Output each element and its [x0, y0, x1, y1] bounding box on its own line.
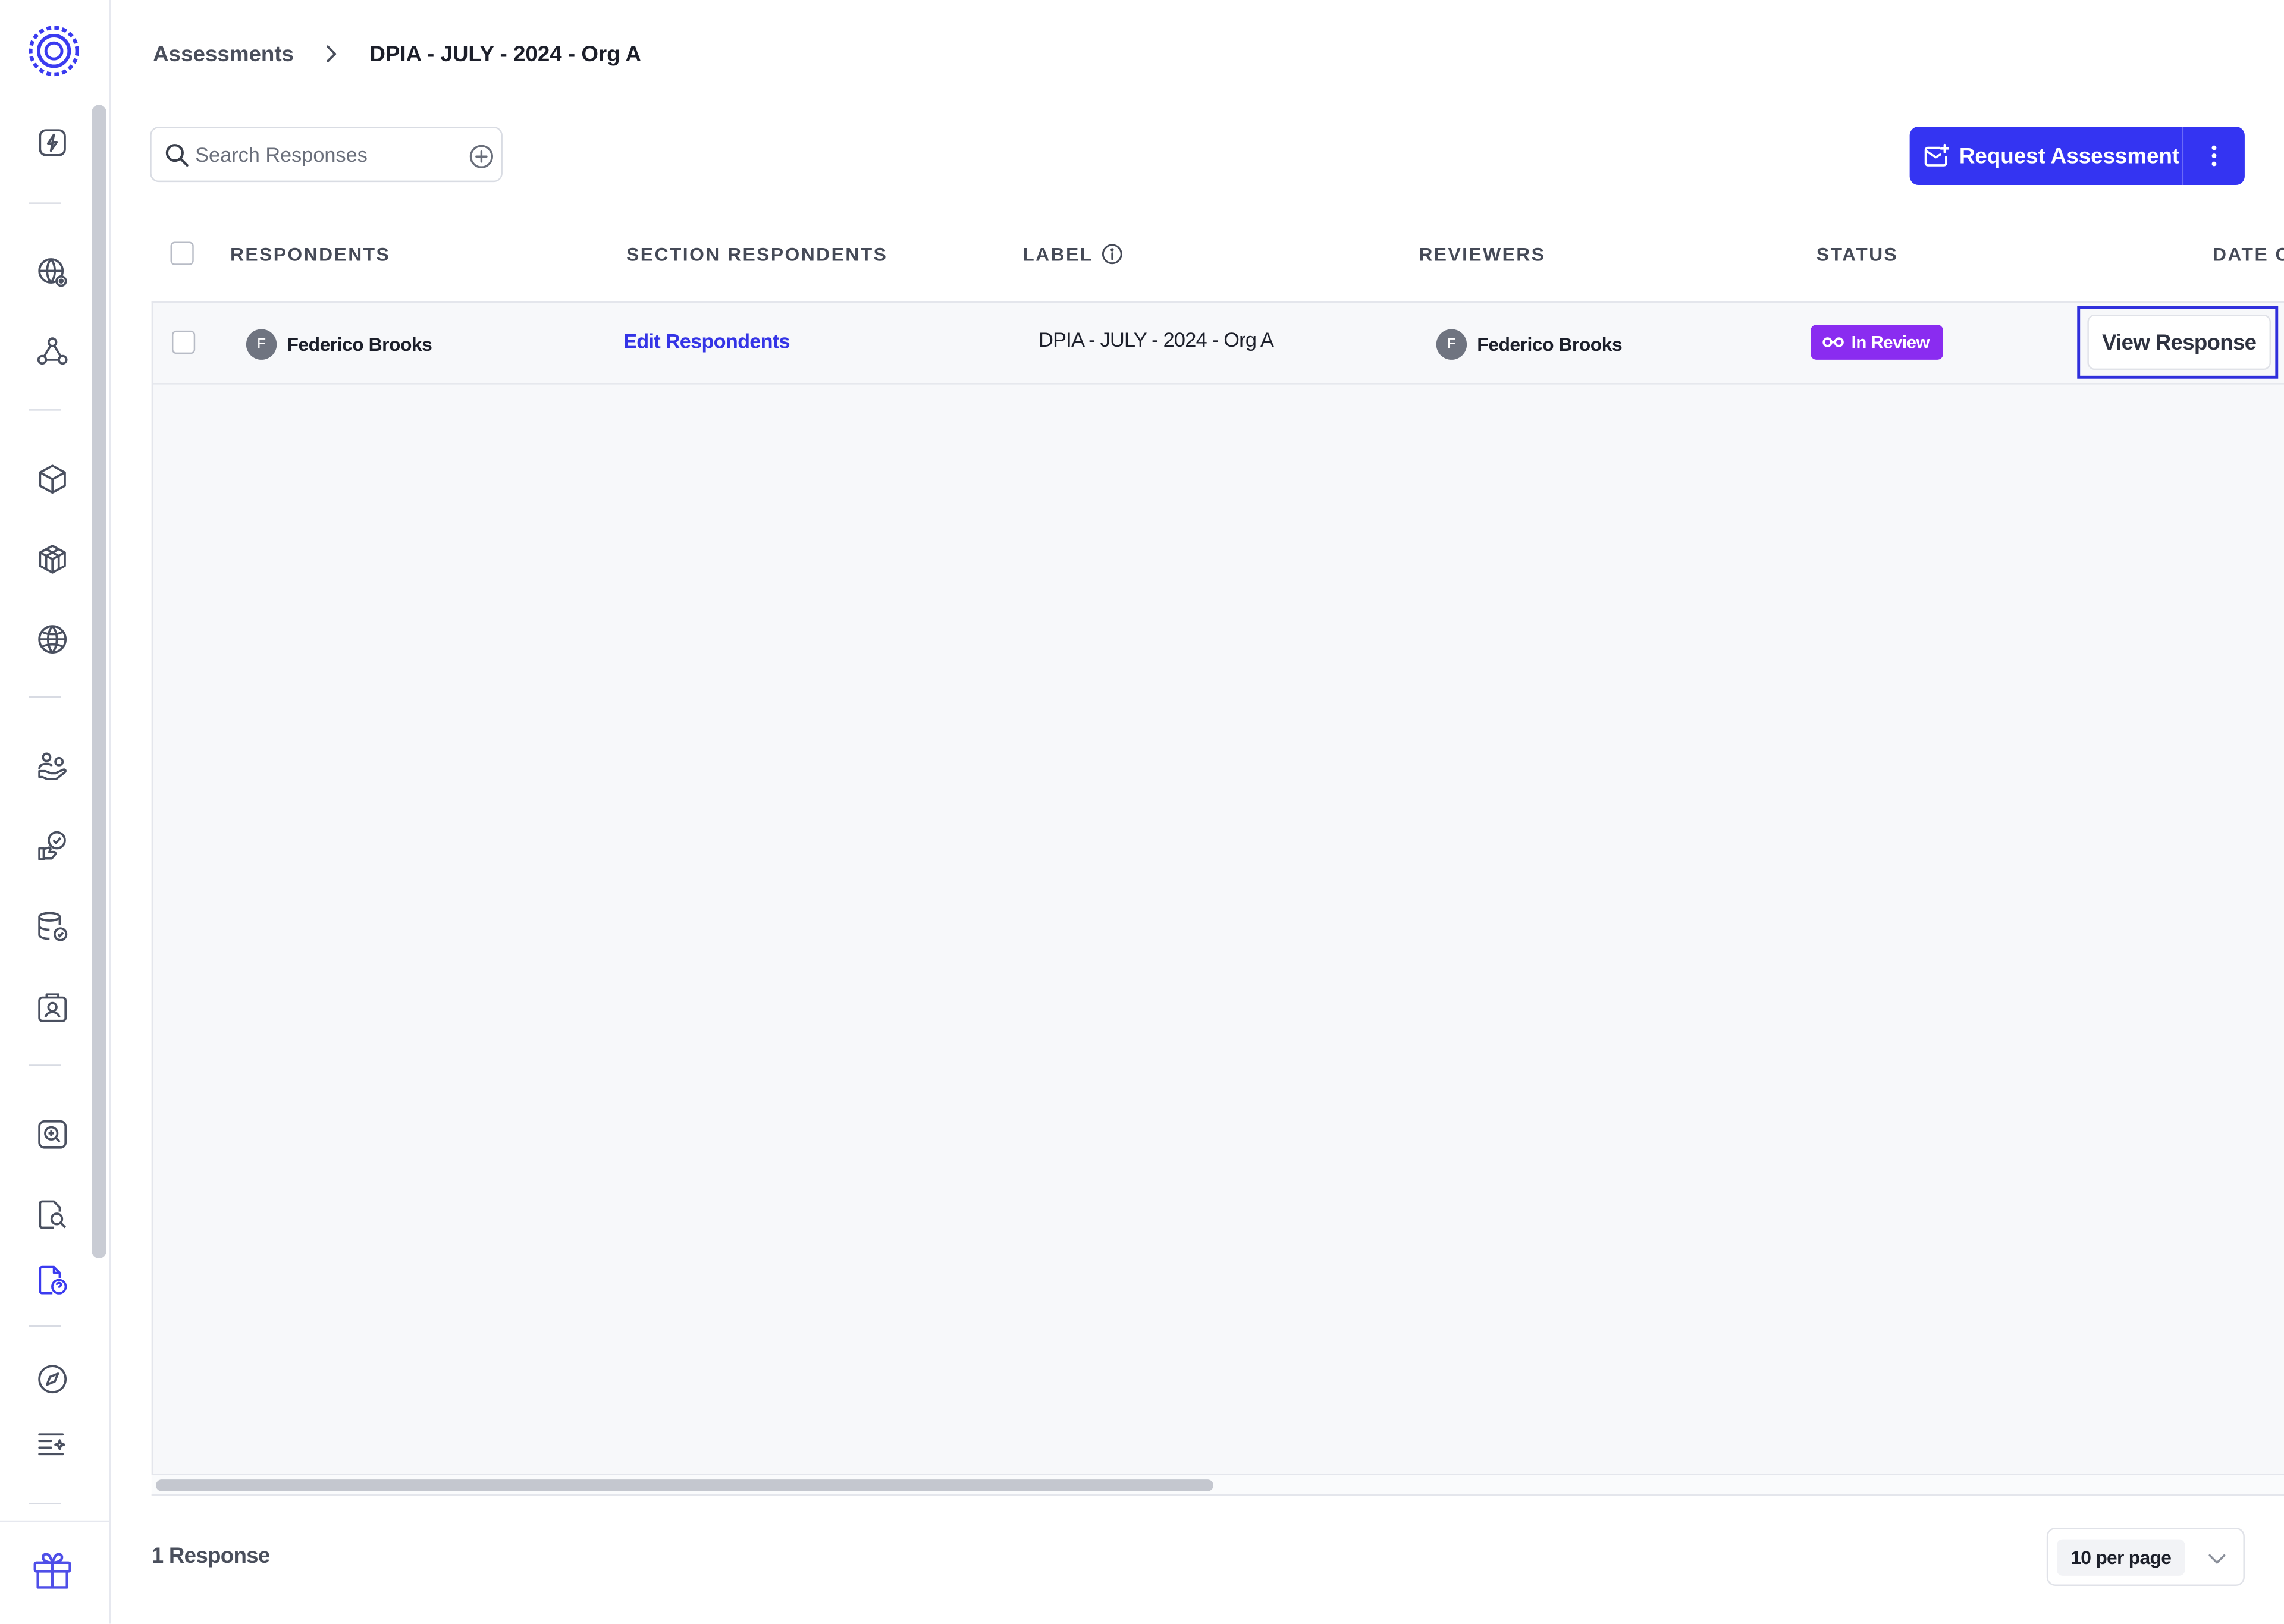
database-check-icon[interactable] — [35, 909, 70, 944]
avatar: F — [1436, 328, 1467, 359]
gift-icon[interactable] — [29, 1547, 76, 1593]
globe-settings-icon[interactable] — [35, 255, 70, 290]
sidebar — [0, 0, 111, 1624]
search-input[interactable] — [195, 140, 457, 169]
column-header-status[interactable]: STATUS — [1816, 243, 1898, 265]
hand-check-icon[interactable] — [35, 828, 70, 863]
assessment-label: DPIA - JULY - 2024 - Org A — [1039, 328, 1274, 351]
sidebar-scrollbar[interactable] — [92, 105, 106, 1258]
more-options-button[interactable] — [2183, 127, 2245, 185]
share-nodes-icon[interactable] — [35, 334, 70, 369]
column-label: LABEL — [1022, 243, 1093, 265]
edit-respondents-link[interactable]: Edit Respondents — [623, 329, 790, 352]
select-all-checkbox[interactable] — [170, 241, 194, 265]
status-label: In Review — [1851, 332, 1930, 353]
avatar: F — [246, 328, 277, 359]
breadcrumb: Assessments DPIA - JULY - 2024 - Org A — [153, 36, 641, 71]
bolt-icon[interactable] — [35, 125, 70, 161]
reviewer-name: Federico Brooks — [1477, 332, 1623, 355]
document-question-icon[interactable] — [35, 1262, 70, 1298]
respondent-cell: F Federico Brooks — [246, 328, 432, 360]
request-assessment-label: Request Assessment — [1959, 143, 2180, 168]
app-root: Assessments DPIA - JULY - 2024 - Org A S… — [0, 0, 2284, 1624]
column-label: STATUS — [1816, 243, 1899, 265]
contact-card-icon[interactable] — [35, 990, 70, 1025]
mail-plus-icon — [1923, 143, 1949, 169]
column-label: DATE C — [2213, 243, 2284, 265]
search-box — [150, 127, 503, 183]
reviewer-cell: F Federico Brooks — [1436, 328, 1623, 360]
more-vertical-icon — [2211, 145, 2217, 167]
column-header-section-respondents[interactable]: SECTION RESPONDENTS — [626, 243, 887, 265]
column-header-label[interactable]: LABEL — [1022, 243, 1124, 265]
horizontal-scrollbar — [151, 1474, 2284, 1496]
status-badge: In Review — [1811, 325, 1943, 360]
cubes-icon[interactable] — [35, 542, 70, 577]
cube-icon[interactable] — [35, 461, 70, 497]
sidebar-divider — [29, 696, 61, 698]
table-row: F Federico Brooks Edit Respondents DPIA … — [153, 303, 2284, 385]
breadcrumb-assessments-link[interactable]: Assessments — [153, 42, 294, 67]
per-page-select[interactable]: 10 per page — [2046, 1528, 2245, 1586]
row-checkbox[interactable] — [171, 330, 196, 354]
add-filter-icon[interactable] — [469, 144, 494, 169]
column-label: SECTION RESPONDENTS — [626, 243, 888, 265]
request-assessment-button[interactable]: Request Assessment — [1910, 127, 2182, 185]
request-assessment-split-button: Request Assessment — [1909, 127, 2245, 186]
sidebar-divider — [29, 1064, 61, 1066]
brand-logo-icon[interactable] — [26, 23, 81, 78]
globe-icon[interactable] — [35, 622, 70, 657]
column-header-respondents[interactable]: RESPONDENTS — [230, 243, 390, 265]
document-search-icon[interactable] — [35, 1197, 70, 1232]
search-box-icon[interactable] — [35, 1117, 70, 1152]
chevron-down-icon — [2205, 1547, 2229, 1570]
people-hand-icon[interactable] — [35, 750, 70, 785]
response-count: 1 Response — [151, 1543, 271, 1569]
sidebar-divider — [29, 1325, 61, 1327]
search-icon — [165, 143, 190, 168]
glasses-icon — [1822, 335, 1844, 349]
list-sparkle-icon[interactable] — [35, 1427, 70, 1462]
respondent-name: Federico Brooks — [287, 332, 432, 355]
sidebar-divider — [29, 1503, 61, 1504]
column-header-reviewers[interactable]: REVIEWERS — [1419, 243, 1545, 265]
sidebar-divider — [29, 202, 61, 204]
responses-table: RESPONDENTS SECTION RESPONDENTS LABEL RE… — [151, 218, 2284, 1496]
info-icon[interactable] — [1102, 243, 1124, 265]
sidebar-divider — [29, 409, 61, 411]
column-label: REVIEWERS — [1419, 243, 1546, 265]
column-label: RESPONDENTS — [230, 243, 391, 265]
column-header-date[interactable]: DATE C — [2213, 243, 2284, 265]
horizontal-scrollbar-thumb[interactable] — [156, 1479, 1214, 1491]
table-body: F Federico Brooks Edit Respondents DPIA … — [151, 301, 2284, 1474]
chevron-right-icon — [320, 43, 340, 64]
view-response-button[interactable]: View Response — [2087, 314, 2271, 370]
compass-icon[interactable] — [35, 1362, 70, 1397]
per-page-value: 10 per page — [2056, 1539, 2185, 1576]
table-header: RESPONDENTS SECTION RESPONDENTS LABEL RE… — [151, 218, 2284, 301]
page-title: DPIA - JULY - 2024 - Org A — [369, 41, 642, 67]
